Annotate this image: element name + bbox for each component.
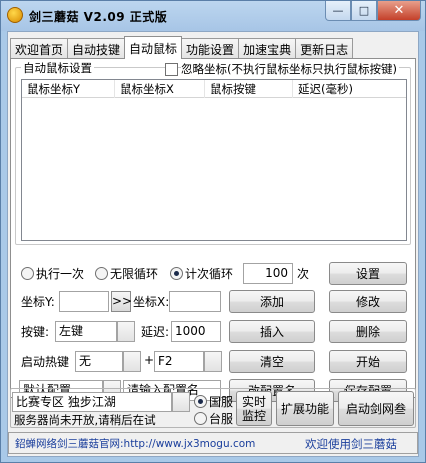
insert-button[interactable]: 插入 bbox=[229, 320, 315, 343]
start-button[interactable]: 开始 bbox=[329, 350, 407, 373]
auto-mouse-panel: 自动鼠标设置 忽略坐标(不执行鼠标坐标只执行鼠标按键) 鼠标坐标Y 鼠标坐标X … bbox=[10, 58, 416, 402]
list-header: 鼠标坐标Y 鼠标坐标X 鼠标按键 延迟(毫秒) bbox=[22, 80, 406, 98]
maximize-button[interactable]: □ bbox=[351, 1, 377, 21]
mode-count-radio[interactable] bbox=[170, 267, 183, 280]
close-button[interactable]: ✕ bbox=[377, 1, 421, 21]
welcome-status: 欢迎使用剑三蘑菇 bbox=[305, 437, 397, 451]
mouse-key-dropdown-button[interactable] bbox=[117, 321, 135, 342]
tab-changelog[interactable]: 更新日志 bbox=[295, 38, 354, 59]
hotkey-plus-label: + bbox=[144, 353, 155, 367]
ignore-coords-checkbox[interactable] bbox=[165, 63, 178, 76]
coord-y-input[interactable] bbox=[59, 291, 109, 312]
mode-count-label: 计次循环 bbox=[185, 267, 234, 281]
zone-dropdown-button[interactable] bbox=[172, 392, 190, 412]
hotkey-modifier-dropdown-button[interactable] bbox=[123, 351, 141, 372]
coord-x-input[interactable] bbox=[169, 291, 221, 312]
main-window: 剑三蘑菇 V2.09 正式版 — □ ✕ 欢迎首页 自动技键 自动鼠标 功能设置… bbox=[0, 0, 426, 463]
tab-welcome[interactable]: 欢迎首页 bbox=[10, 38, 69, 59]
column-header-x[interactable]: 鼠标坐标X bbox=[115, 80, 205, 98]
window-title: 剑三蘑菇 V2.09 正式版 bbox=[29, 10, 168, 24]
tab-auto-keys[interactable]: 自动技键 bbox=[67, 38, 126, 59]
tab-speed-guide[interactable]: 加速宝典 bbox=[238, 38, 297, 59]
clear-button[interactable]: 清空 bbox=[229, 350, 315, 373]
pick-coord-button[interactable]: >> bbox=[111, 291, 132, 312]
column-header-delay[interactable]: 延迟(毫秒) bbox=[293, 80, 406, 98]
count-unit-label: 次 bbox=[297, 267, 310, 281]
region-cn-radio[interactable] bbox=[194, 395, 207, 408]
mouse-key-select[interactable]: 左键 bbox=[55, 321, 117, 342]
tab-auto-mouse[interactable]: 自动鼠标 bbox=[124, 36, 183, 59]
hotkey-label: 启动热键 bbox=[21, 355, 70, 369]
official-site-link[interactable]: 鉊蝉网络剑三蘑菇官网:http://www.jx3mogu.com bbox=[15, 436, 255, 451]
mode-once-radio[interactable] bbox=[21, 267, 34, 280]
title-bar[interactable]: 剑三蘑菇 V2.09 正式版 — □ ✕ bbox=[1, 1, 425, 31]
realtime-monitor-button[interactable]: 实时 监控 bbox=[236, 391, 272, 426]
mode-infinite-radio[interactable] bbox=[95, 267, 108, 280]
extend-features-button[interactable]: 扩展功能 bbox=[276, 391, 334, 426]
mouse-action-list[interactable]: 鼠标坐标Y 鼠标坐标X 鼠标按键 延迟(毫秒) bbox=[21, 79, 407, 241]
hotkey-modifier-select[interactable]: 无 bbox=[75, 351, 123, 372]
launch-game-button[interactable]: 启动剑网叁 bbox=[338, 391, 414, 426]
server-status-text: 服务器尚未开放,请稍后在试 bbox=[14, 413, 156, 427]
mushroom-app-icon bbox=[7, 7, 23, 23]
mode-once-label: 执行一次 bbox=[36, 267, 85, 281]
mode-infinite-label: 无限循环 bbox=[110, 267, 159, 281]
zone-select[interactable]: 比赛专区 独步江湖 bbox=[12, 392, 172, 412]
region-tw-label: 台服 bbox=[209, 412, 234, 426]
column-header-key[interactable]: 鼠标按键 bbox=[205, 80, 293, 98]
minimize-button[interactable]: — bbox=[325, 1, 351, 21]
delay-label: 延迟: bbox=[141, 325, 170, 339]
client-area: 欢迎首页 自动技键 自动鼠标 功能设置 加速宝典 更新日志 自动鼠标设置 忽略坐… bbox=[7, 31, 419, 457]
delete-button[interactable]: 删除 bbox=[329, 320, 407, 343]
region-tw-radio[interactable] bbox=[194, 412, 207, 425]
hotkey-key-select[interactable]: F2 bbox=[154, 351, 204, 372]
ignore-coords-label: 忽略坐标(不执行鼠标坐标只执行鼠标按键) bbox=[181, 61, 399, 77]
mouse-settings-group-label: 自动鼠标设置 bbox=[21, 60, 94, 76]
tab-function-settings[interactable]: 功能设置 bbox=[181, 38, 240, 59]
region-cn-label: 国服 bbox=[209, 395, 234, 409]
column-header-y[interactable]: 鼠标坐标Y bbox=[22, 80, 115, 98]
tab-strip: 欢迎首页 自动技键 自动鼠标 功能设置 加速宝典 更新日志 bbox=[10, 36, 354, 59]
modify-button[interactable]: 修改 bbox=[329, 290, 407, 313]
key-label: 按键: bbox=[21, 325, 50, 339]
coord-y-label: 坐标Y: bbox=[21, 295, 55, 309]
delay-input[interactable]: 1000 bbox=[171, 321, 221, 342]
settings-button[interactable]: 设置 bbox=[329, 262, 407, 285]
count-input[interactable]: 100 bbox=[243, 263, 293, 284]
add-button[interactable]: 添加 bbox=[229, 290, 315, 313]
status-bar: 鉊蝉网络剑三蘑菇官网:http://www.jx3mogu.com 欢迎使用剑三… bbox=[8, 432, 418, 454]
hotkey-key-dropdown-button[interactable] bbox=[204, 351, 222, 372]
coord-x-label: 坐标X: bbox=[133, 295, 170, 309]
